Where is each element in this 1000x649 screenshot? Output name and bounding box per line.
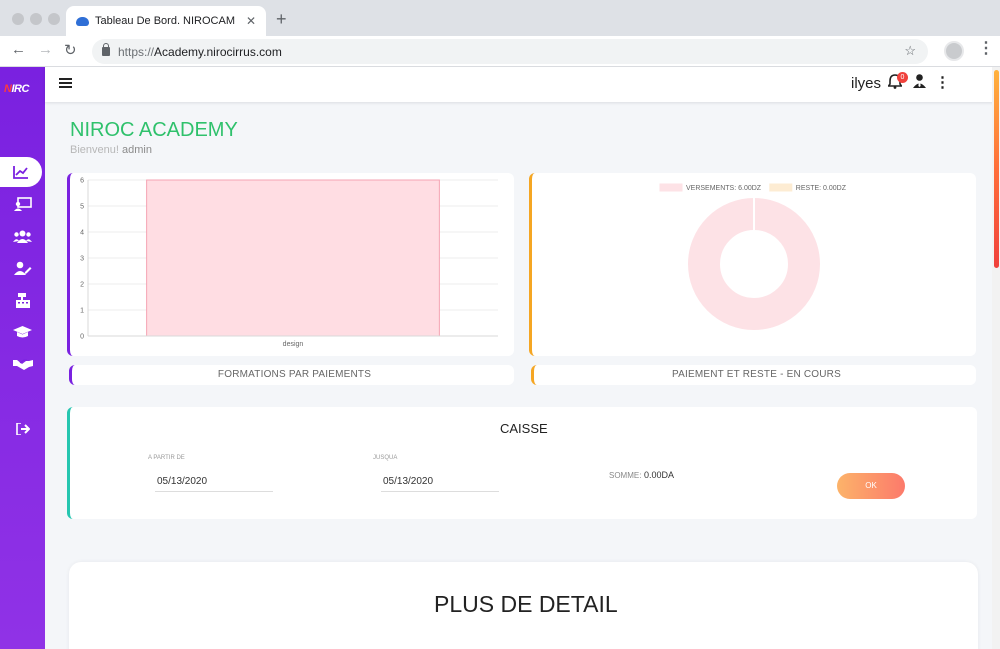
sign-out-icon <box>15 423 30 435</box>
more-options-icon[interactable]: ⋮ <box>935 73 950 91</box>
sidebar-item-dashboard[interactable] <box>0 157 42 187</box>
window-close-control[interactable] <box>12 13 24 25</box>
legend-label: VERSEMENTS: 6.00DZ <box>686 185 762 192</box>
reload-icon[interactable]: ↻ <box>64 41 77 59</box>
window-minimize-control[interactable] <box>30 13 42 25</box>
sidebar-item-partenaires[interactable] <box>0 349 45 379</box>
app-viewport: NIRC ilyes 0 ⋮ NIROC ACADEMY Bienvenu! a… <box>0 67 1000 649</box>
legend-swatch <box>769 183 793 192</box>
niroc-logo: NIRC <box>4 83 29 95</box>
tab-title: Tableau De Bord. NIROCAM <box>95 15 235 27</box>
bookmark-star-icon[interactable]: ☆ <box>904 43 916 59</box>
users-icon <box>13 230 32 243</box>
bar <box>146 179 440 337</box>
y-tick-label: 1 <box>80 308 84 315</box>
page-title: NIROC ACADEMY <box>70 119 238 141</box>
bar-chart-card: 0 1 2 3 4 5 6 design <box>67 173 514 356</box>
sidebar-item-logout[interactable] <box>0 414 45 444</box>
donut-chart-label: PAIEMENT ET RESTE - EN COURS <box>672 369 841 380</box>
somme-display: SOMME: 0.00DA <box>609 470 674 480</box>
from-date-input[interactable]: 05/13/2020 <box>155 473 273 492</box>
y-tick-label: 4 <box>80 230 84 237</box>
graduation-cap-icon <box>13 326 32 338</box>
notification-badge: 0 <box>897 72 908 83</box>
forward-arrow-icon[interactable]: → <box>38 41 53 58</box>
ok-button[interactable]: OK <box>837 473 905 499</box>
donut-chart: VERSEMENTS: 6.00DZ RESTE: 0.00DZ <box>659 183 847 330</box>
sidebar-item-students[interactable] <box>0 221 45 251</box>
x-tick-label: design <box>283 341 304 348</box>
sidebar-item-users[interactable] <box>0 253 45 283</box>
page-scrollbar[interactable] <box>992 67 1000 649</box>
welcome-text: Bienvenu! admin <box>70 144 152 156</box>
browser-toolbar: ← → ↻ https:// Academy.nirocirrus.com ☆ <box>0 36 1000 67</box>
url-protocol: https:// <box>118 44 155 59</box>
donut-chart-card: VERSEMENTS: 6.00DZ RESTE: 0.00DZ <box>529 173 976 356</box>
user-role: admin <box>122 144 152 156</box>
browser-tab[interactable]: Tableau De Bord. NIROCAM ✕ <box>66 6 266 36</box>
somme-value: 0.00DA <box>643 470 674 480</box>
from-date-label: A PARTIR DE <box>148 455 185 461</box>
to-date-label: JUSQUA <box>373 455 398 461</box>
somme-label: SOMME: <box>609 471 642 480</box>
browser-tabbar: Tableau De Bord. NIROCAM ✕ + <box>0 0 1000 36</box>
detail-title: PLUS DE DETAIL <box>434 591 618 617</box>
y-tick-label: 6 <box>80 178 84 185</box>
lock-icon <box>102 43 110 56</box>
bar-chart: 0 1 2 3 4 5 6 design <box>80 178 498 348</box>
sidebar: NIRC <box>0 67 45 649</box>
bar-chart-label-card: FORMATIONS PAR PAIEMENTS <box>69 365 514 385</box>
handshake-icon <box>12 359 33 370</box>
donut-chart-label-card: PAIEMENT ET RESTE - EN COURS <box>531 365 976 385</box>
hamburger-menu-icon[interactable] <box>59 78 72 88</box>
to-date-input[interactable]: 05/13/2020 <box>381 473 499 492</box>
user-tie-icon[interactable] <box>913 74 926 91</box>
chalkboard-teacher-icon <box>13 197 32 211</box>
legend-label: RESTE: 0.00DZ <box>796 185 847 192</box>
profile-avatar[interactable] <box>944 41 964 61</box>
user-edit-icon <box>13 261 31 275</box>
bar-chart-label: FORMATIONS PAR PAIEMENTS <box>217 369 372 380</box>
url-host: Academy.nirocirrus.com <box>154 44 282 59</box>
sidebar-item-caisse[interactable] <box>0 285 45 315</box>
window-zoom-control[interactable] <box>48 13 60 25</box>
app-topbar: ilyes 0 ⋮ <box>45 67 1000 102</box>
scrollbar-thumb[interactable] <box>994 70 999 268</box>
username[interactable]: ilyes <box>851 75 881 92</box>
chart-line-icon <box>13 166 28 179</box>
address-bar[interactable]: https:// Academy.nirocirrus.com ☆ <box>92 39 928 64</box>
y-tick-label: 2 <box>80 282 84 289</box>
y-tick-label: 3 <box>80 256 84 263</box>
sidebar-item-formateurs[interactable] <box>0 189 45 219</box>
back-arrow-icon[interactable]: ← <box>11 41 26 58</box>
new-tab-icon[interactable]: + <box>276 9 287 30</box>
browser-menu-icon[interactable]: ⋮ <box>978 41 994 57</box>
cash-register-icon <box>15 292 30 308</box>
sidebar-item-formations[interactable] <box>0 317 45 347</box>
cloud-favicon-icon <box>76 16 89 26</box>
y-tick-label: 5 <box>80 204 84 211</box>
legend-swatch <box>659 183 683 192</box>
tab-close-icon[interactable]: ✕ <box>246 14 256 28</box>
y-tick-label: 0 <box>80 334 84 341</box>
caisse-title: CAISSE <box>500 421 548 436</box>
